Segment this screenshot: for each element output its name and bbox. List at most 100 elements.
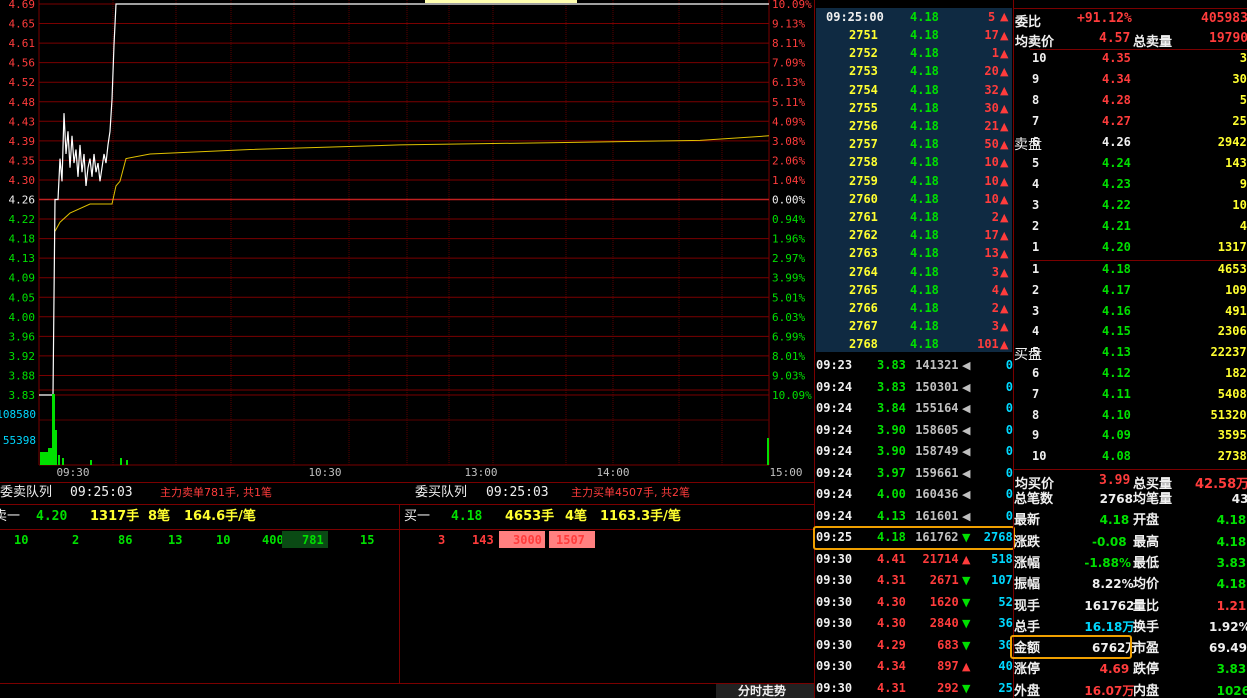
up-arrow-icon: ▲ — [1000, 120, 1009, 133]
bid-price: 4.09 — [1102, 428, 1131, 443]
ask-level: 10 — [1032, 51, 1047, 65]
percent-tick-label: 0.94% — [772, 213, 805, 226]
price-tick-label: 4.22 — [9, 213, 36, 226]
top-marker — [425, 0, 577, 3]
stat-label: 跌停 — [1133, 662, 1160, 678]
price-tick-label: 4.52 — [9, 76, 36, 89]
tick-time: 09:30 — [816, 573, 853, 587]
volume-bar — [120, 458, 122, 465]
tick-volume: 1620 — [929, 594, 959, 609]
up-arrow-icon: ▲ — [1000, 211, 1009, 224]
stat-value: 161762 — [1084, 598, 1135, 613]
buy-one-label: 买一 — [404, 509, 431, 524]
bid-price: 4.10 — [1102, 407, 1131, 422]
trade-seq: 2765 — [849, 282, 878, 297]
intraday-chart[interactable]: 4.69 4.65 4.61 4.56 4.52 4.48 4.43 4.39 4.35 4.30… — [0, 0, 815, 482]
tick-time: 09:24 — [816, 487, 853, 501]
left-arrow-icon: ◀ — [962, 402, 971, 415]
bid-volume: 5408 — [1217, 386, 1247, 401]
ask-volume: 30 — [1232, 72, 1247, 86]
trade-volume: 10 — [984, 155, 999, 170]
up-arrow-icon: ▲ — [1000, 101, 1009, 115]
up-arrow-icon: ▲ — [1000, 192, 1009, 206]
highlight-amount — [1010, 635, 1132, 659]
stat-value: -0.08 — [1092, 534, 1127, 549]
tick-price: 4.00 — [877, 487, 906, 501]
trade-price: 4.18 — [910, 64, 939, 79]
left-arrow-icon: ◀ — [962, 466, 971, 480]
trade-price: 4.18 — [910, 137, 939, 152]
up-arrow-icon: ▲ — [1000, 47, 1009, 61]
bid-level: 9 — [1032, 428, 1040, 443]
stat-label: 市盈 — [1133, 641, 1160, 657]
tick-price: 4.34 — [877, 659, 906, 673]
bid-price: 4.16 — [1102, 303, 1131, 318]
bid-volume: 2738 — [1217, 449, 1247, 464]
up-arrow-icon: ▲ — [1000, 65, 1009, 79]
stat-label: 最高 — [1133, 534, 1160, 550]
tick-count: 0 — [1005, 379, 1013, 394]
price-tick-label: 3.92 — [9, 350, 36, 363]
bid-price: 4.15 — [1102, 324, 1131, 339]
stat-value: 3.83 — [1216, 555, 1247, 570]
ask-level: 2 — [1032, 219, 1040, 233]
tick-count: 36 — [998, 616, 1013, 630]
trade-volume: 32 — [984, 82, 999, 97]
bid-level: 1 — [1032, 262, 1040, 276]
tick-time: 09:23 — [816, 358, 853, 372]
trade-price: 4.18 — [910, 301, 939, 315]
up-arrow-icon: ▲ — [1000, 83, 1009, 97]
stat-label: 外盘 — [1014, 683, 1041, 698]
up-arrow-icon: ▲ — [1000, 229, 1009, 243]
percent-tick-label: 9.13% — [772, 18, 805, 31]
time-tick-label: 15:00 — [769, 466, 802, 479]
ask-price: 4.34 — [1102, 72, 1131, 86]
tick-time: 09:24 — [816, 422, 853, 437]
sell-order: 86 — [118, 533, 133, 547]
stat-label: 换手 — [1133, 619, 1160, 635]
price-tick-label: 4.56 — [9, 57, 36, 70]
trade-price: 4.18 — [910, 246, 939, 261]
tick-price: 4.41 — [877, 551, 906, 566]
buy-queue-panel: 委买队列 09:25:03 主力买单4507手, 共2笔 买一 4.18 465… — [400, 482, 814, 698]
stat-value: 4.18 — [1216, 577, 1247, 592]
trade-seq: 2751 — [849, 28, 878, 42]
tick-count: 25 — [998, 680, 1013, 695]
sell-side-text: 卖盘 — [1014, 137, 1042, 153]
percent-tick-label: 6.99% — [772, 330, 805, 343]
stat-label: 最低 — [1133, 555, 1160, 571]
trade-volume: 21 — [984, 119, 999, 133]
percent-tick-label: 5.01% — [772, 291, 805, 304]
buy-one-avg: 1163.3手/笔 — [600, 509, 681, 524]
trade-seq: 2761 — [849, 210, 878, 224]
time-tick-label: 10:30 — [308, 466, 341, 479]
percent-tick-label: 1.04% — [772, 174, 805, 187]
ask-volume: 25 — [1232, 114, 1247, 128]
stat-label: 均价 — [1133, 577, 1160, 593]
tick-price: 3.90 — [877, 444, 906, 458]
tab-intraday[interactable]: 分时走势 — [716, 684, 815, 698]
price-tick-label: 4.39 — [9, 135, 36, 148]
price-tick-label: 3.96 — [9, 330, 36, 343]
ask-level: 6 — [1032, 135, 1040, 149]
tick-price: 3.97 — [877, 465, 906, 480]
percent-tick-label: 7.09% — [772, 57, 805, 70]
bid-level: 5 — [1032, 345, 1040, 360]
time-tick-label: 09:30 — [56, 466, 89, 479]
trade-price: 4.18 — [910, 46, 939, 61]
trade-price: 4.18 — [910, 100, 939, 115]
bid-volume: 22237 — [1210, 345, 1247, 360]
ask-price: 4.20 — [1102, 240, 1131, 254]
sell-one-qty: 1317手 — [90, 509, 140, 524]
trade-seq: 2760 — [849, 191, 878, 206]
trade-volume: 2 — [991, 210, 999, 224]
tick-volume: 141321 — [915, 358, 959, 372]
ask-level: 7 — [1032, 114, 1040, 128]
stat-label: 涨停 — [1014, 662, 1041, 678]
tick-volume: 897 — [937, 659, 959, 673]
ask-volume: 1317 — [1217, 240, 1247, 254]
wb-row: 委比 +91.12% 405983 — [1015, 8, 1247, 30]
bid-volume: 4653 — [1217, 262, 1247, 276]
tick-time: 09:24 — [816, 508, 853, 523]
buy-one-qty: 4653手 — [505, 509, 555, 524]
